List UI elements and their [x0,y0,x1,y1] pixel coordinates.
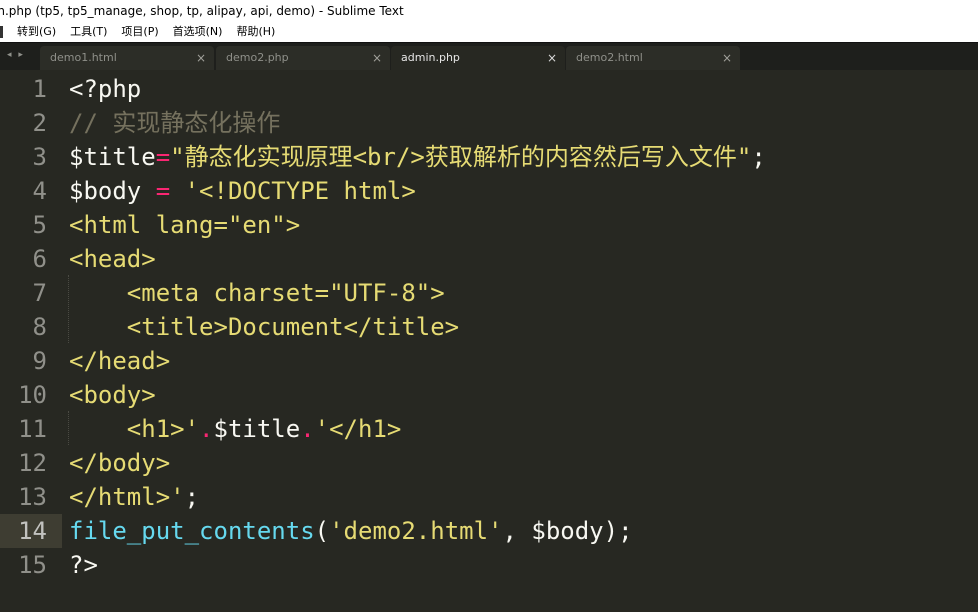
line-number: 3 [32,143,47,171]
code-text: </html>'; [69,480,199,514]
code-text: <body> [69,378,156,412]
code-line[interactable]: 3 $title="静态化实现原理<br/>获取解析的内容然后写入文件"; [0,140,978,174]
menu-edge-marker [0,26,3,38]
code-token: $body [69,177,156,205]
code-token: <body> [69,381,156,409]
code-line[interactable]: 8 <title>Document</title> [0,310,978,344]
close-icon[interactable]: × [547,46,557,70]
code-line[interactable]: 14 file_put_contents('demo2.html', $body)… [0,514,978,548]
tab-demo2-php[interactable]: demo2.php × [216,46,390,71]
code-token: ; [751,143,766,171]
code-token: // 实现静态化操作 [69,109,281,137]
code-token: ?> [69,551,98,579]
line-number: 6 [32,245,47,273]
code-line[interactable]: 13 </html>'; [0,480,978,514]
line-number: 9 [32,347,47,375]
code-line[interactable]: 2 // 实现静态化操作 [0,106,978,140]
window-title: in.php (tp5, tp5_manage, shop, tp, alipa… [0,4,404,18]
code-token: ; [184,483,200,511]
menu-preferences[interactable]: 首选项(N) [173,22,223,42]
code-line[interactable]: 7 <meta charset="UTF-8"> [0,276,978,310]
code-token: '<!DOCTYPE html> [170,177,416,205]
code-line[interactable]: 4 $body = '<!DOCTYPE html> [0,174,978,208]
code-text: </head> [69,344,170,378]
code-editor[interactable]: 1 <?php 2// 实现静态化操作 3 $title="静态化实现原理<br/>获取… [0,70,978,612]
code-token: </head> [69,347,171,375]
code-token: , $body); [502,517,633,545]
code-token: 'demo2.html' [329,517,503,545]
menu-tools[interactable]: 工具(T) [70,22,107,42]
code-token: file_put_contents [69,517,315,545]
code-token: <?php [69,75,142,103]
code-line[interactable]: 12 </body> [0,446,978,480]
code-token: $title [213,415,301,443]
code-token: </body> [69,449,171,477]
code-text: <meta charset="UTF-8"> [69,276,445,310]
code-text: <head> [69,242,156,276]
line-number: 4 [32,177,47,205]
tab-nav-arrows-icon[interactable]: ◂ ▸ [7,50,25,60]
menu-goto[interactable]: 转到(G) [17,22,56,42]
line-number: 5 [32,211,47,239]
code-token: <h1>' [69,415,200,443]
menu-project[interactable]: 项目(P) [121,22,158,42]
code-token: <title>Document</title> [69,313,460,341]
line-number: 15 [18,551,47,579]
code-token: </html>' [69,483,185,511]
menu-help[interactable]: 帮助(H) [236,22,275,42]
line-number: 13 [18,483,47,511]
code-text: file_put_contents('demo2.html', $body); [69,514,633,548]
code-text: <title>Document</title> [69,310,459,344]
code-token: <html lang="en"> [69,211,301,239]
code-token: = [155,143,171,171]
code-text: $title="静态化实现原理<br/>获取解析的内容然后写入文件"; [69,140,766,174]
window-title-bar: in.php (tp5, tp5_manage, shop, tp, alipa… [0,0,978,22]
tab-label: admin.php [401,51,460,64]
code-token: '</h1> [314,415,402,443]
code-line[interactable]: 11 <h1>'.$title.'</h1> [0,412,978,446]
tab-admin-php[interactable]: admin.php × [391,46,565,71]
tab-label: demo2.html [576,51,643,64]
code-line[interactable]: 9 </head> [0,344,978,378]
code-line[interactable]: 10 <body> [0,378,978,412]
line-number: 8 [32,313,47,341]
line-number: 10 [18,381,47,409]
tab-label: demo1.html [50,51,117,64]
line-number: 2 [32,109,47,137]
code-token: <meta charset="UTF-8"> [69,279,445,307]
code-text: $body = '<!DOCTYPE html> [69,174,416,208]
code-line[interactable]: 5 <html lang="en"> [0,208,978,242]
code-text: <?php [69,72,141,106]
code-line[interactable]: 1 <?php [0,72,978,106]
code-token: . [300,415,315,443]
line-number: 1 [32,75,47,103]
menu-bar: 转到(G) 工具(T) 项目(P) 首选项(N) 帮助(H) [0,22,978,42]
code-token: $title [69,143,156,171]
code-line[interactable]: 15 ?> [0,548,978,582]
close-icon[interactable]: × [722,46,732,70]
line-number: 11 [18,415,47,443]
code-text: <h1>'.$title.'</h1> [69,412,402,446]
code-line[interactable]: 6 <head> [0,242,978,276]
code-text: </body> [69,446,170,480]
line-number: 14 [18,517,47,545]
tab-demo2-html[interactable]: demo2.html × [566,46,740,71]
line-number: 7 [32,279,47,307]
code-text: <html lang="en"> [69,208,300,242]
close-icon[interactable]: × [372,46,382,70]
close-icon[interactable]: × [196,46,206,70]
code-token: . [199,415,214,443]
code-token: <head> [69,245,156,273]
tab-label: demo2.php [226,51,289,64]
line-number: 12 [18,449,47,477]
code-text: ?> [69,548,98,582]
tab-demo1-html[interactable]: demo1.html × [40,46,214,71]
code-token: ( [314,517,330,545]
code-token: "静态化实现原理<br/>获取解析的内容然后写入文件" [170,143,752,171]
tab-bar: ◂ ▸ demo1.html × demo2.php × admin.php ×… [0,42,978,71]
code-token: = [155,177,171,205]
code-text: // 实现静态化操作 [69,106,280,140]
